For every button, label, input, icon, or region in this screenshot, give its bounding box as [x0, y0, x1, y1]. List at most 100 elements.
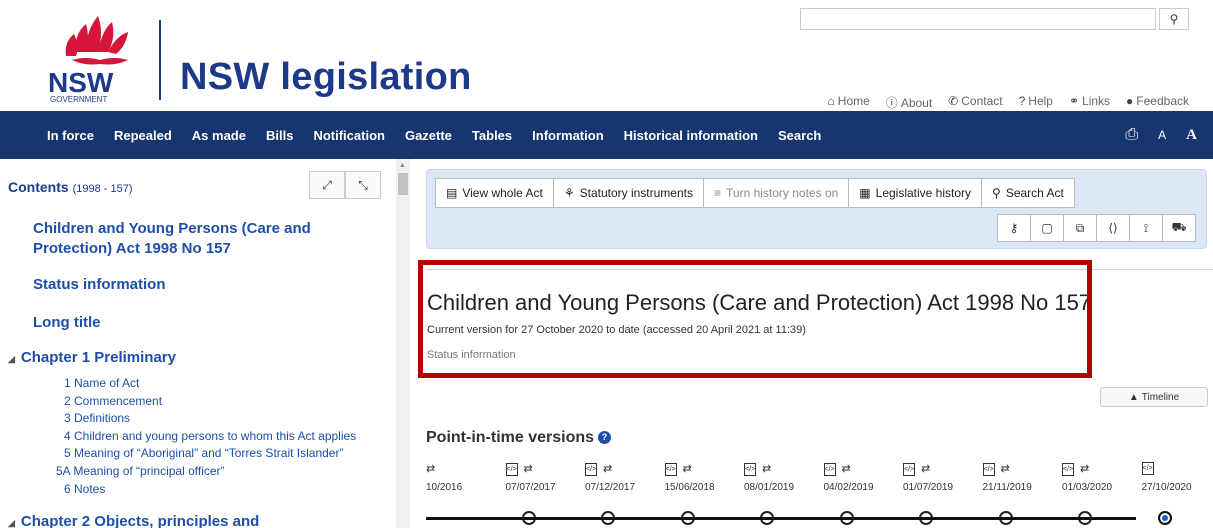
version-entry[interactable]: </> ⇄ 04/02/2019 — [823, 462, 884, 493]
statutory-instruments-button[interactable]: ⚘ Statutory instruments — [552, 178, 704, 208]
version-document-icon[interactable]: </> — [823, 462, 836, 476]
nav-item-tables[interactable]: Tables — [472, 128, 512, 143]
search-act-button[interactable]: ⚲ Search Act — [981, 178, 1075, 208]
version-entry[interactable]: </> ⇄ 21/11/2019 — [982, 462, 1043, 493]
top-link-contact[interactable]: ✆ Contact — [948, 94, 1002, 111]
toc-chapter-2[interactable]: ◢ Chapter 2 Objects, principles and — [8, 513, 259, 528]
scroll-thumb[interactable] — [398, 173, 408, 195]
compare-arrows-icon[interactable]: ⇄ — [426, 463, 435, 475]
version-entry[interactable]: </> ⇄ 08/01/2019 — [744, 462, 804, 493]
site-search-input[interactable] — [800, 8, 1156, 30]
version-icons: </> ⇄ — [982, 462, 1043, 476]
xml-icon[interactable]: ⟨⟩ — [1096, 214, 1130, 242]
expand-all-button[interactable]: ⤢ — [309, 171, 345, 199]
nav-item-in-force[interactable]: In force — [47, 128, 94, 143]
logo-divider — [159, 20, 161, 100]
version-document-icon[interactable]: </> — [505, 462, 518, 476]
site-search-button[interactable]: ⚲ — [1159, 8, 1189, 30]
version-entry[interactable]: </> ⇄ 01/07/2019 — [903, 462, 963, 493]
compare-arrows-icon[interactable]: ⇄ — [1001, 463, 1010, 475]
version-date: 04/02/2019 — [823, 482, 874, 493]
nav-item-historical-information[interactable]: Historical information — [624, 128, 758, 143]
nav-item-notification[interactable]: Notification — [313, 128, 385, 143]
top-link-links[interactable]: ⚭ Links — [1069, 94, 1110, 111]
toc-status-information[interactable]: Status information — [33, 275, 166, 295]
version-date: 10/2016 — [426, 482, 463, 493]
collapse-triangle-icon: ◢ — [8, 354, 15, 364]
collapse-all-button[interactable]: ⤡ — [345, 171, 381, 199]
nav-item-search[interactable]: Search — [778, 128, 821, 143]
link-icon: ⚭ — [1068, 94, 1080, 108]
version-document-icon[interactable]: </> — [903, 462, 915, 476]
list-icon: ≡ — [714, 186, 722, 200]
version-document-icon[interactable]: </> — [982, 462, 995, 476]
toc-chapter-1[interactable]: ◢ Chapter 1 Preliminary — [8, 349, 176, 366]
version-date: 07/07/2017 — [505, 482, 556, 493]
rss-icon[interactable]: ⟟ — [1129, 214, 1163, 242]
version-entry[interactable]: </> ⇄ 15/06/2018 — [664, 462, 725, 493]
toc-section-link[interactable]: 5 Meaning of “Aboriginal” and “Torres St… — [64, 445, 343, 461]
version-entry[interactable]: </> ⇄ 01/03/2020 — [1062, 462, 1122, 493]
print-icon[interactable]: ⎙ — [1125, 126, 1138, 144]
version-document-icon[interactable]: </> — [664, 462, 677, 476]
compare-arrows-icon[interactable]: ⇄ — [1080, 463, 1089, 475]
nav-item-as-made[interactable]: As made — [192, 128, 246, 143]
toc-section-link[interactable]: 6 Notes — [64, 481, 105, 497]
toc-section-link[interactable]: 5A Meaning of “principal officer” — [56, 463, 225, 479]
version-icons: </> ⇄ — [823, 462, 884, 476]
version-document-icon[interactable]: </> — [744, 462, 756, 476]
compare-arrows-icon[interactable]: ⇄ — [921, 463, 930, 475]
scroll-up-arrow-icon[interactable]: ▲ — [399, 162, 406, 169]
font-size-large-button[interactable]: A — [1186, 127, 1197, 144]
key-icon[interactable]: ⚷ — [997, 214, 1031, 242]
truck-icon[interactable]: ⛟ — [1162, 214, 1196, 242]
top-link-about[interactable]: ⓘ About — [886, 94, 932, 111]
version-entry[interactable]: </> 27/10/2020 — [1141, 462, 1202, 493]
copy-icon[interactable]: ⧉ — [1063, 214, 1097, 242]
timeline-toggle-button[interactable]: ▲ Timeline — [1100, 387, 1208, 407]
nav-item-information[interactable]: Information — [532, 128, 604, 143]
nsw-government-logo[interactable]: NSW GOVERNMENT — [46, 12, 156, 104]
home-icon: ⌂ — [827, 94, 835, 108]
top-link-feedback[interactable]: ● Feedback — [1126, 94, 1189, 111]
compare-arrows-icon[interactable]: ⇄ — [603, 463, 612, 475]
info-icon: ⓘ — [885, 96, 898, 110]
highlight-annotation-box — [418, 260, 1092, 378]
toc-section-link[interactable]: 1 Name of Act — [64, 375, 139, 391]
compare-arrows-icon[interactable]: ⇄ — [842, 463, 851, 475]
compare-arrows-icon[interactable]: ⇄ — [683, 463, 692, 475]
nav-item-gazette[interactable]: Gazette — [405, 128, 452, 143]
turn-history-notes-on-button[interactable]: ≡ Turn history notes on — [703, 178, 850, 208]
compare-arrows-icon[interactable]: ⇄ — [762, 463, 771, 475]
timeline-dot-current[interactable] — [1157, 511, 1172, 525]
toc-section-link[interactable]: 2 Commencement — [64, 393, 162, 409]
version-entry[interactable]: </> ⇄ 07/07/2017 — [505, 462, 566, 493]
toc-section-link[interactable]: 4 Children and young persons to whom thi… — [64, 428, 356, 444]
version-entry[interactable]: </> ⇄ 07/12/2017 — [585, 462, 645, 493]
top-link-help[interactable]: ? Help — [1019, 94, 1053, 111]
nav-item-bills[interactable]: Bills — [266, 128, 293, 143]
version-document-icon[interactable]: </> — [1141, 462, 1154, 475]
font-size-small-button[interactable]: A — [1158, 128, 1166, 142]
pdf-icon[interactable]: ▢ — [1030, 214, 1064, 242]
top-link-home[interactable]: ⌂ Home — [828, 94, 870, 111]
toc-long-title[interactable]: Long title — [33, 313, 101, 333]
main-content: ▤ View whole Act ⚘ Statutory instruments ≡ Tu… — [410, 159, 1213, 528]
view-whole-act-button[interactable]: ▤ View whole Act — [435, 178, 554, 208]
version-document-icon[interactable]: </> — [585, 462, 597, 476]
sidebar-scrollbar[interactable]: ▲ — [396, 159, 410, 528]
compare-arrows-icon[interactable]: ⇄ — [524, 463, 533, 475]
calendar-icon: ▦ — [859, 186, 871, 200]
toc-act-link[interactable]: Children and Young Persons (Care and Pro… — [33, 219, 311, 259]
nav-item-repealed[interactable]: Repealed — [114, 128, 172, 143]
toc-section-link[interactable]: 3 Definitions — [64, 410, 130, 426]
sitemap-icon: ⚘ — [563, 186, 575, 200]
version-icons: </> ⇄ — [505, 462, 566, 476]
site-title[interactable]: NSW legislation — [180, 56, 472, 99]
help-info-icon[interactable]: ? — [598, 431, 612, 445]
legislative-history-button[interactable]: ▦ Legislative history — [848, 178, 983, 208]
version-document-icon[interactable]: </> — [1062, 462, 1074, 476]
version-entry[interactable]: ⇄ 10/2016 — [426, 462, 486, 493]
version-icons: </> — [1141, 462, 1202, 476]
contents-heading[interactable]: Contents (1998 - 157) — [8, 179, 133, 195]
